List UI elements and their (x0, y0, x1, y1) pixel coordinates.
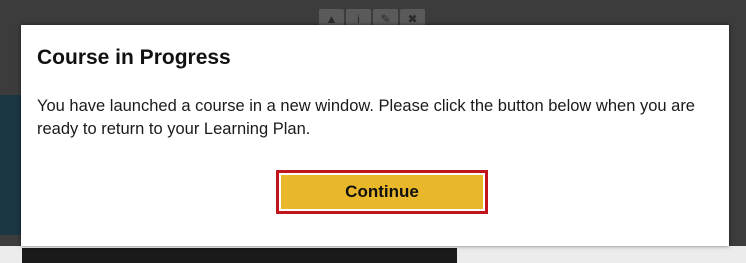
continue-button[interactable]: Continue (281, 175, 483, 209)
background-panel (0, 95, 22, 235)
course-in-progress-dialog: Course in Progress You have launched a c… (21, 25, 729, 246)
dialog-title: Course in Progress (37, 46, 231, 69)
background-footer-bar (22, 248, 457, 263)
continue-highlight: Continue (276, 170, 488, 214)
dialog-message: You have launched a course in a new wind… (37, 97, 695, 138)
